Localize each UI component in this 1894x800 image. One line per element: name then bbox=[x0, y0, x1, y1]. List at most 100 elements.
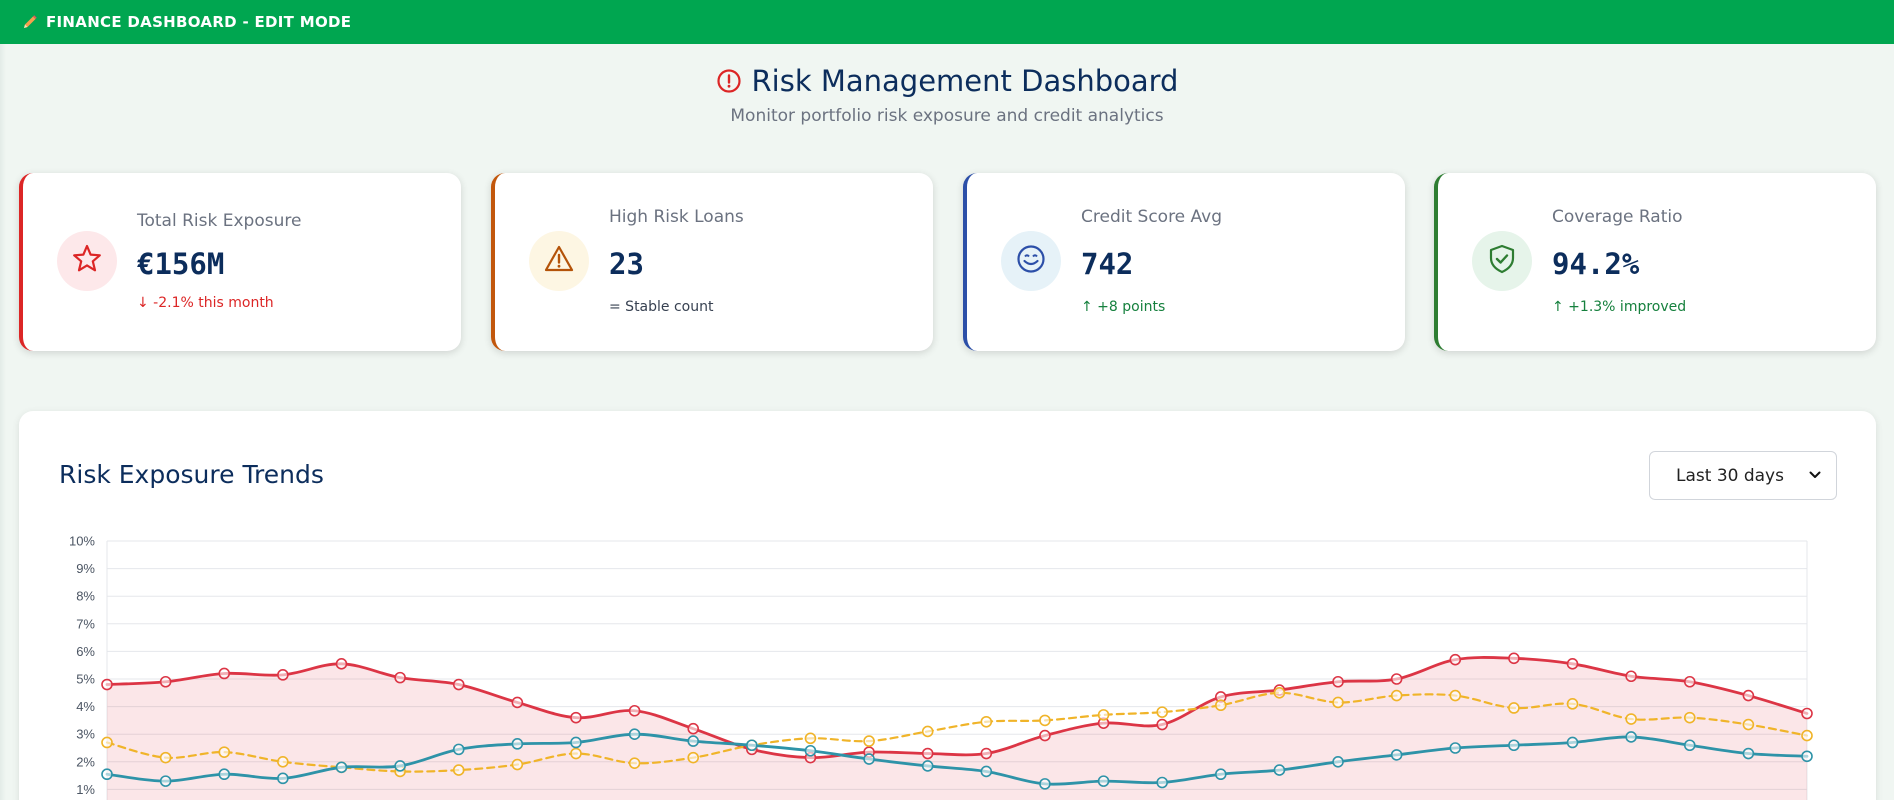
series-2-point bbox=[1449, 742, 1462, 754]
series-0-point bbox=[1156, 718, 1168, 731]
series-1-point bbox=[687, 751, 700, 764]
y-tick-label: 4% bbox=[76, 699, 95, 714]
series-2-point bbox=[1625, 731, 1637, 743]
series-2-point bbox=[1566, 736, 1579, 749]
series-0-point bbox=[394, 671, 406, 684]
series-0-point bbox=[1566, 658, 1579, 670]
series-2-point bbox=[1332, 755, 1344, 768]
series-0-point bbox=[1508, 652, 1520, 665]
left-edge-shadow bbox=[0, 44, 6, 800]
series-1-point bbox=[101, 736, 113, 749]
series-0-point bbox=[1742, 689, 1755, 702]
series-1-point bbox=[1390, 689, 1403, 702]
pencil-icon bbox=[22, 14, 38, 30]
series-1-point bbox=[277, 755, 289, 768]
series-0-point bbox=[1332, 675, 1344, 688]
risk-trends-panel: Risk Exposure Trends Last 30 days 10% 9% 8… bbox=[19, 411, 1876, 800]
series-1-point bbox=[1097, 709, 1110, 721]
y-tick-label: 6% bbox=[76, 644, 95, 659]
series-1-point bbox=[921, 725, 934, 738]
y-tick-label: 5% bbox=[76, 672, 95, 687]
kpi-value: €156M bbox=[137, 247, 225, 281]
series-1-point bbox=[980, 715, 993, 728]
page-title-text: Risk Management Dashboard bbox=[751, 64, 1179, 98]
series-0-point bbox=[1039, 729, 1051, 742]
y-tick-label: 2% bbox=[76, 754, 95, 769]
risk-trend-chart: 10% 9% 8% 7% 6% 5% 4% 3% 2% 1% bbox=[69, 534, 1813, 800]
warning-triangle-icon bbox=[543, 243, 575, 279]
series-1-point bbox=[863, 735, 875, 747]
kpi-icon-bg bbox=[1001, 231, 1061, 291]
kpi-value: 23 bbox=[609, 247, 644, 281]
series-2-point bbox=[1273, 764, 1286, 776]
series-0-point bbox=[511, 696, 524, 709]
y-tick-label: 8% bbox=[76, 589, 95, 604]
series-1-point bbox=[159, 751, 172, 764]
series-0-point bbox=[921, 747, 934, 760]
kpi-icon-bg bbox=[57, 231, 117, 291]
series-0-point bbox=[218, 667, 231, 680]
series-2-point bbox=[1039, 778, 1051, 790]
series-2-point bbox=[570, 736, 582, 749]
series-2-point bbox=[804, 744, 817, 757]
series-2-point bbox=[1683, 739, 1696, 752]
y-tick-label: 3% bbox=[76, 727, 95, 742]
y-tick-label: 1% bbox=[76, 782, 95, 797]
series-2-point bbox=[101, 768, 113, 781]
shield-check-icon bbox=[1486, 243, 1518, 279]
page-title: Risk Management Dashboard bbox=[716, 64, 1179, 98]
kpi-label: Credit Score Avg bbox=[1081, 207, 1223, 227]
kpi-change: ↑ +8 points bbox=[1081, 299, 1166, 315]
kpi-value: 742 bbox=[1081, 247, 1134, 281]
series-0-point bbox=[1449, 653, 1462, 666]
series-1-point bbox=[1566, 698, 1579, 710]
series-2-point bbox=[335, 761, 348, 774]
series-1-point bbox=[1801, 729, 1813, 742]
series-1-point bbox=[1508, 702, 1520, 714]
series-2-point bbox=[159, 775, 172, 787]
series-0-point bbox=[1801, 707, 1813, 720]
kpi-icon-bg bbox=[529, 231, 589, 291]
series-2-point bbox=[1214, 768, 1227, 781]
kpi-change: = Stable count bbox=[609, 299, 714, 315]
kpi-change: ↓ -2.1% this month bbox=[137, 295, 274, 311]
series-1-point bbox=[1156, 706, 1168, 718]
series-0-point bbox=[335, 658, 348, 670]
series-0-point bbox=[277, 669, 289, 681]
kpi-change: ↑ +1.3% improved bbox=[1552, 299, 1687, 315]
series-2-point bbox=[1508, 739, 1520, 752]
star-icon bbox=[71, 243, 103, 279]
alert-circle-icon bbox=[716, 68, 742, 94]
series-1-point bbox=[1039, 714, 1051, 727]
series-1-point bbox=[1273, 686, 1286, 699]
kpi-card-total-risk-exposure: Total Risk Exposure €156M ↓ -2.1% this m… bbox=[19, 173, 461, 351]
kpi-card-coverage-ratio: Coverage Ratio 94.2% ↑ +1.3% improved bbox=[1434, 173, 1876, 351]
kpi-card-credit-score-avg: Credit Score Avg 742 ↑ +8 points bbox=[963, 173, 1405, 351]
y-tick-label: 9% bbox=[76, 561, 95, 576]
series-2-point bbox=[921, 760, 934, 772]
series-1-point bbox=[218, 746, 231, 758]
series-0-point bbox=[628, 704, 641, 717]
series-2-point bbox=[277, 772, 289, 785]
series-0-point bbox=[980, 747, 993, 760]
series-2-point bbox=[687, 735, 700, 747]
series-2-point bbox=[1390, 749, 1403, 761]
series-0-point bbox=[687, 722, 700, 735]
kpi-label: Coverage Ratio bbox=[1552, 207, 1683, 227]
series-0-point bbox=[159, 675, 172, 688]
series-2-point bbox=[511, 738, 524, 750]
series-2-point bbox=[1156, 776, 1168, 789]
series-1-point bbox=[1214, 699, 1227, 712]
kpi-card-high-risk-loans: High Risk Loans 23 = Stable count bbox=[491, 173, 933, 351]
series-1-point bbox=[628, 757, 641, 769]
page-header: Risk Management Dashboard Monitor portfo… bbox=[0, 64, 1894, 126]
series-2-point bbox=[746, 739, 758, 752]
y-tick-label: 7% bbox=[76, 616, 95, 631]
series-2-point bbox=[980, 765, 993, 778]
series-1-point bbox=[1449, 689, 1462, 702]
series-0-point bbox=[1683, 675, 1696, 688]
y-tick-label: 10% bbox=[69, 534, 95, 549]
series-2-point bbox=[1742, 747, 1755, 760]
kpi-value: 94.2% bbox=[1552, 247, 1640, 281]
series-0-point bbox=[101, 678, 113, 691]
